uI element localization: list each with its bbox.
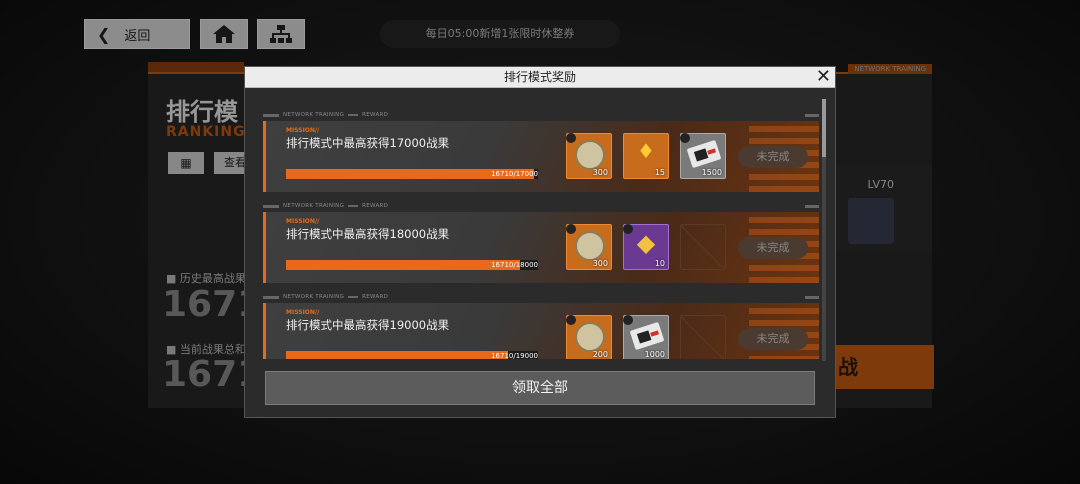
mission-item: MISSION// 排行模式中最高获得18000战果 16710/18000 3… [263,212,819,283]
mission-list[interactable]: NETWORK TRAINING REWARD MISSION// 排行模式中最高… [263,109,819,359]
mission-status-button[interactable]: 未完成 [738,146,808,168]
scrollbar-thumb[interactable] [822,99,826,157]
coin-icon [575,140,605,170]
crystal-icon: ◆ [636,229,656,257]
reward-ticket[interactable]: 1500 [680,133,726,179]
shards-icon: ♦ [637,139,655,163]
reward-empty-slot [680,315,726,359]
mission-progress-bar: 16710/18000 [286,260,538,270]
mission-list-scrollbar[interactable] [822,99,826,361]
mission-description: 排行模式中最高获得19000战果 [286,318,450,332]
mission-header: NETWORK TRAINING REWARD [263,200,819,212]
reward-coin[interactable]: 200 [566,315,612,359]
claim-all-button[interactable]: 领取全部 [265,371,815,405]
mission-header: NETWORK TRAINING REWARD [263,109,819,121]
mission-kicker: MISSION// [286,218,320,225]
reward-shards[interactable]: ♦ 15 [623,133,669,179]
mission-progress-bar: 16710/17000 [286,169,538,179]
mission-status-button[interactable]: 未完成 [738,237,808,259]
reward-ticket[interactable]: 1000 [623,315,669,359]
mission-progress-bar: 16710/19000 [286,351,538,359]
reward-coin[interactable]: 300 [566,133,612,179]
close-icon[interactable]: ✕ [816,67,831,87]
ticket-icon [686,139,722,169]
progress-text: 16710/18000 [491,261,538,269]
progress-text: 16710/19000 [491,352,538,359]
coin-icon [575,231,605,261]
modal-title: 排行模式奖励 [503,70,576,84]
mission-item: MISSION// 排行模式中最高获得19000战果 16710/19000 2… [263,303,819,359]
modal-header: 排行模式奖励 ✕ [245,67,835,88]
mission-description: 排行模式中最高获得17000战果 [286,136,450,150]
mission-description: 排行模式中最高获得18000战果 [286,227,450,241]
mission-kicker: MISSION// [286,309,320,316]
progress-text: 16710/17000 [491,170,538,178]
reward-empty-slot [680,224,726,270]
ticket-icon [629,321,665,351]
coin-icon [575,322,605,352]
reward-coin[interactable]: 300 [566,224,612,270]
reward-crystal[interactable]: ◆ 10 [623,224,669,270]
mission-kicker: MISSION// [286,127,320,134]
ranking-reward-modal: 排行模式奖励 ✕ NETWORK TRAINING REWARD MISSION/… [244,66,836,418]
mission-status-button[interactable]: 未完成 [738,328,808,350]
mission-item: MISSION// 排行模式中最高获得17000战果 16710/17000 3… [263,121,819,192]
mission-header: NETWORK TRAINING REWARD [263,291,819,303]
